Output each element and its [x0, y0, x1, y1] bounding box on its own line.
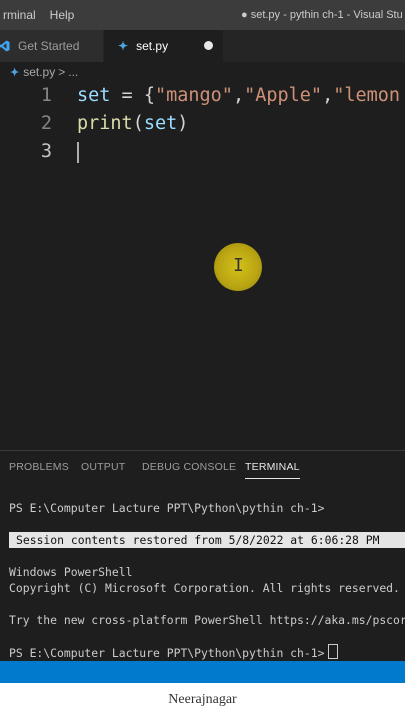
breadcrumb-separator: >	[58, 65, 66, 79]
code-text: print(set)	[77, 113, 189, 134]
vscode-window: rminal Help ● set.py - pythin ch-1 - Vis…	[0, 0, 405, 720]
tab-label: set.py	[136, 39, 169, 53]
tab-label: Get Started	[18, 39, 80, 53]
menu-terminal[interactable]: rminal	[0, 8, 43, 22]
menu-help[interactable]: Help	[43, 8, 82, 22]
breadcrumb-file[interactable]: set.py	[23, 65, 55, 79]
video-caption: Neerajnagar	[0, 683, 405, 720]
code-text: set = {"mango","Apple","lemon	[77, 85, 401, 106]
code-editor[interactable]: 1 set = {"mango","Apple","lemon 2 print(…	[0, 82, 405, 450]
code-line-active: 3	[0, 138, 405, 166]
ibeam-cursor-icon: I	[233, 255, 244, 276]
tab-set-py[interactable]: ✦ set.py	[104, 30, 223, 62]
terminal-copyright: Copyright (C) Microsoft Corporation. All…	[9, 581, 400, 595]
breadcrumb: ✦ set.py > ...	[0, 62, 405, 82]
terminal-cursor	[328, 644, 339, 659]
session-restored-text: Session contents restored from 5/8/2022 …	[16, 533, 380, 547]
editor-tab-bar: Get Started ✦ set.py	[0, 30, 405, 62]
status-bar	[0, 661, 405, 683]
python-icon: ✦	[10, 66, 20, 79]
panel-tab-problems[interactable]: PROBLEMS	[9, 461, 69, 473]
terminal-tip: Try the new cross-platform PowerShell ht…	[9, 613, 405, 627]
panel-tab-terminal[interactable]: TERMINAL	[245, 461, 300, 479]
window-title: ● set.py - pythin ch-1 - Visual Stu	[241, 9, 403, 21]
code-line: 1 set = {"mango","Apple","lemon	[0, 82, 405, 110]
terminal-prompt: PS E:\Computer Lacture PPT\Python\pythin…	[9, 501, 325, 515]
code-line: 2 print(set)	[0, 110, 405, 138]
vscode-icon	[0, 40, 10, 52]
line-number: 1	[40, 85, 52, 106]
panel-tab-output[interactable]: OUTPUT	[81, 461, 125, 473]
terminal-input-line[interactable]: PS E:\Computer Lacture PPT\Python\pythin…	[9, 644, 339, 661]
tab-get-started[interactable]: Get Started	[0, 30, 104, 62]
unsaved-dot-icon[interactable]	[204, 41, 213, 50]
panel-tab-debug-console[interactable]: DEBUG CONSOLE	[142, 461, 236, 473]
terminal-shell-name: Windows PowerShell	[9, 565, 133, 579]
python-icon: ✦	[118, 39, 129, 53]
panel-tab-bar: PROBLEMS OUTPUT DEBUG CONSOLE TERMINAL	[0, 461, 405, 481]
terminal-prompt: PS E:\Computer Lacture PPT\Python\pythin…	[9, 646, 325, 660]
title-bar: rminal Help ● set.py - pythin ch-1 - Vis…	[0, 0, 405, 30]
text-cursor	[77, 142, 79, 163]
line-number: 2	[40, 113, 52, 134]
line-number: 3	[40, 141, 52, 162]
breadcrumb-more[interactable]: ...	[68, 65, 78, 79]
bottom-panel: PROBLEMS OUTPUT DEBUG CONSOLE TERMINAL	[0, 450, 405, 661]
